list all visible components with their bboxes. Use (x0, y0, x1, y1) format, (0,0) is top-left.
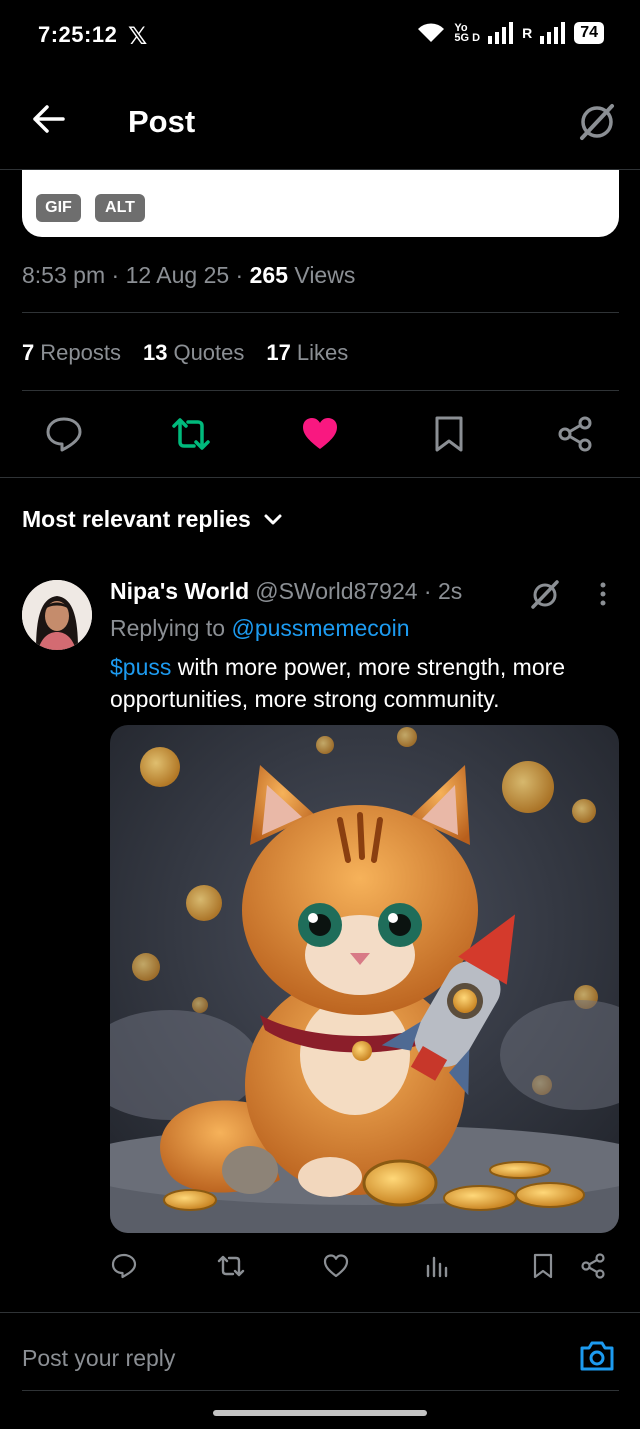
gif-badge: GIF (36, 194, 81, 222)
reposts-stat[interactable]: 7 Reposts (22, 340, 121, 366)
repost-button[interactable] (170, 414, 212, 459)
author-handle[interactable]: @SWorld87924 (255, 578, 417, 604)
share-icon (558, 416, 592, 452)
share-button[interactable] (556, 414, 594, 459)
divider (22, 390, 619, 391)
camera-icon (580, 1341, 614, 1371)
divider (0, 477, 640, 478)
replying-to-handle[interactable]: @pussmemecoin (231, 615, 409, 641)
views-count: 265 (249, 262, 288, 288)
divider (22, 312, 619, 313)
repost-icon (217, 1255, 245, 1277)
likes-stat[interactable]: 17 Likes (266, 340, 348, 366)
reply-composer[interactable]: Post your reply (0, 1312, 640, 1392)
grok-button[interactable] (576, 100, 618, 147)
avatar-image (22, 580, 92, 650)
grok-icon (531, 580, 559, 609)
post-date: 12 Aug 25 (125, 262, 230, 288)
post-media[interactable]: GIF ALT (22, 170, 619, 237)
reply-views-button[interactable] (425, 1252, 449, 1285)
arrow-left-icon (33, 105, 65, 133)
reply-button[interactable] (44, 414, 84, 459)
more-vertical-icon (600, 582, 606, 606)
heart-icon (323, 1254, 349, 1278)
signal-icon (488, 22, 514, 44)
post-meta: 8:53 pm · 12 Aug 25 · 265 Views (22, 262, 356, 288)
repost-icon (172, 418, 210, 450)
roaming-indicator: R (522, 25, 533, 41)
cat-rocket-illustration (110, 725, 619, 1233)
reply-header: Nipa's World @SWorld87924 · 2s (110, 578, 463, 604)
replying-to: Replying to @pussmemecoin (110, 615, 410, 641)
bookmark-icon (533, 1253, 553, 1279)
reply-age: 2s (437, 578, 463, 604)
reply-repost-button[interactable] (216, 1252, 246, 1285)
page-title: Post (128, 104, 196, 139)
post-time: 8:53 pm (22, 262, 106, 288)
cashtag-link[interactable]: $puss (110, 654, 171, 680)
reply-reply-button[interactable] (110, 1252, 138, 1285)
reply-icon (46, 417, 82, 452)
battery-icon: 74 (574, 22, 604, 44)
reply-sort-dropdown[interactable]: Most relevant replies (22, 506, 283, 533)
reply-input[interactable]: Post your reply (22, 1345, 175, 1372)
chevron-down-icon (264, 514, 282, 524)
reply-text: $puss with more power, more strength, mo… (110, 651, 615, 715)
post-action-bar (0, 414, 640, 456)
like-button[interactable] (300, 414, 340, 459)
alt-badge[interactable]: ALT (95, 194, 145, 222)
reply-like-button[interactable] (322, 1252, 350, 1285)
signal-icon-2 (540, 22, 566, 44)
views-label: Views (294, 262, 356, 288)
home-indicator[interactable] (213, 1410, 427, 1416)
views-chart-icon (426, 1256, 448, 1278)
status-time: 7:25:12 (38, 22, 118, 47)
reply-grok-button[interactable] (528, 578, 562, 615)
heart-filled-icon (303, 418, 337, 449)
more-options-button[interactable] (597, 582, 609, 613)
status-bar: 7:25:12 𝕏 Yo 5G D R 74 (0, 0, 640, 72)
back-button[interactable] (32, 104, 66, 139)
divider (22, 1390, 619, 1391)
top-app-bar: Post (0, 72, 640, 170)
reply-icon (111, 1253, 137, 1279)
reply-bookmark-button[interactable] (531, 1252, 555, 1285)
share-icon (581, 1253, 605, 1279)
author-name[interactable]: Nipa's World (110, 578, 249, 604)
quotes-stat[interactable]: 13 Quotes (143, 340, 244, 366)
network-type: Yo 5G D (454, 22, 481, 44)
reply-body: with more power, more strength, more opp… (110, 654, 566, 712)
camera-button[interactable] (578, 1339, 616, 1378)
reply-share-button[interactable] (580, 1252, 606, 1285)
grok-icon (580, 104, 614, 140)
x-logo-icon: 𝕏 (128, 23, 148, 50)
status-icons: Yo 5G D R 74 (416, 22, 604, 44)
reply-action-bar (0, 1252, 640, 1282)
wifi-icon (418, 23, 445, 42)
bookmark-button[interactable] (432, 414, 466, 459)
avatar[interactable] (22, 580, 92, 650)
reply-sort-label: Most relevant replies (22, 506, 251, 532)
reply-image[interactable] (110, 725, 619, 1233)
bookmark-icon (435, 416, 463, 452)
post-stats: 7 Reposts 13 Quotes 17 Likes (22, 340, 348, 366)
